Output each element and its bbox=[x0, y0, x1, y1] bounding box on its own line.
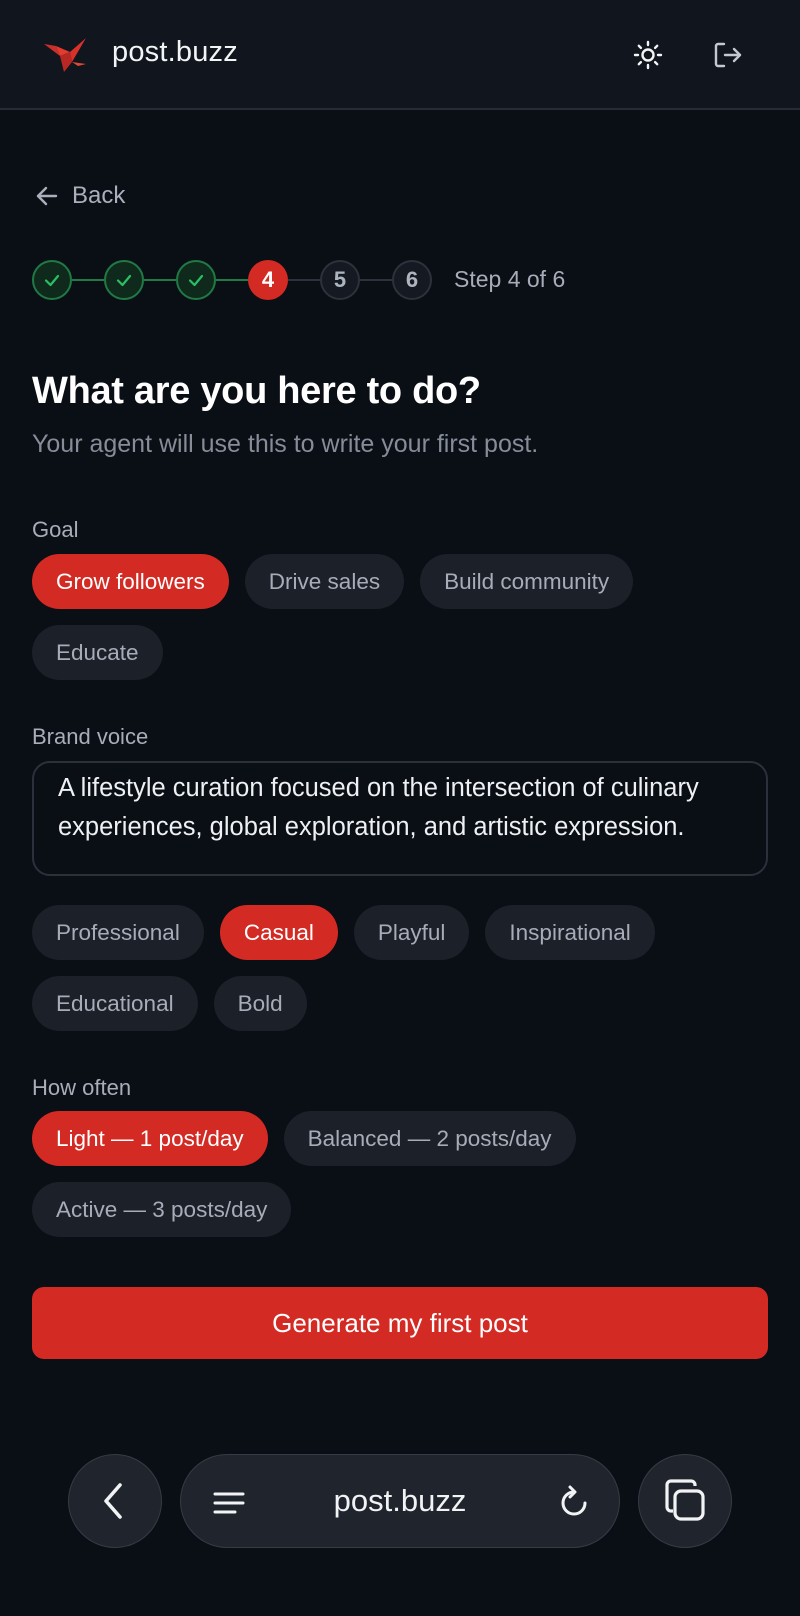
browser-tabs-button[interactable] bbox=[638, 1454, 732, 1548]
frequency-option-light[interactable]: Light — 1 post/day bbox=[32, 1111, 268, 1166]
progress-stepper: 4 5 6 Step 4 of 6 bbox=[32, 260, 592, 300]
frequency-option-balanced[interactable]: Balanced — 2 posts/day bbox=[283, 1111, 576, 1166]
step-connector bbox=[360, 279, 392, 281]
step-1-complete bbox=[32, 260, 72, 300]
chevron-left-icon bbox=[104, 1483, 122, 1519]
goal-option-educate[interactable]: Educate bbox=[32, 625, 163, 680]
browser-back-button[interactable] bbox=[68, 1454, 162, 1548]
brand-voice-label: Brand voice bbox=[32, 724, 149, 749]
tone-option-casual[interactable]: Casual bbox=[219, 905, 338, 960]
voice-tone-options: Professional Casual Playful Inspirationa… bbox=[32, 905, 752, 1031]
step-6: 6 bbox=[392, 260, 432, 300]
brand-name[interactable]: post.buzz bbox=[112, 36, 238, 69]
arrow-left-icon bbox=[36, 186, 58, 206]
check-icon bbox=[116, 274, 132, 287]
browser-url-text[interactable]: post.buzz bbox=[181, 1483, 619, 1519]
goal-options: Grow followers Drive sales Build communi… bbox=[32, 554, 752, 680]
logout-icon[interactable] bbox=[708, 35, 748, 75]
goal-option-grow-followers[interactable]: Grow followers bbox=[32, 554, 229, 609]
reload-icon[interactable] bbox=[555, 1483, 593, 1521]
frequency-option-active[interactable]: Active — 3 posts/day bbox=[32, 1182, 292, 1237]
generate-post-button[interactable]: Generate my first post bbox=[32, 1287, 768, 1359]
step-status: Step 4 of 6 bbox=[454, 266, 566, 292]
page-subtitle: Your agent will use this to write your f… bbox=[32, 430, 539, 458]
check-icon bbox=[44, 274, 60, 287]
browser-url-bar[interactable]: post.buzz bbox=[180, 1454, 620, 1548]
step-5: 5 bbox=[320, 260, 360, 300]
back-link[interactable]: Back bbox=[34, 178, 125, 214]
check-icon bbox=[188, 274, 204, 287]
frequency-label: How often bbox=[32, 1075, 132, 1100]
goal-option-drive-sales[interactable]: Drive sales bbox=[244, 554, 405, 609]
tone-option-playful[interactable]: Playful bbox=[353, 905, 470, 960]
tone-option-inspirational[interactable]: Inspirational bbox=[485, 905, 655, 960]
sun-icon[interactable] bbox=[628, 35, 668, 75]
step-connector bbox=[72, 279, 104, 281]
step-4-current: 4 bbox=[248, 260, 288, 300]
step-connector bbox=[216, 279, 248, 281]
tabs-icon bbox=[665, 1479, 705, 1521]
goal-label: Goal bbox=[32, 517, 79, 542]
brand-voice-textarea[interactable]: A lifestyle curation focused on the inte… bbox=[32, 761, 768, 876]
tone-option-bold[interactable]: Bold bbox=[213, 976, 307, 1031]
frequency-options: Light — 1 post/day Balanced — 2 posts/da… bbox=[32, 1111, 752, 1237]
step-2-complete bbox=[104, 260, 144, 300]
tone-option-professional[interactable]: Professional bbox=[32, 905, 204, 960]
goal-option-build-community[interactable]: Build community bbox=[420, 554, 634, 609]
step-connector bbox=[288, 279, 320, 281]
step-connector bbox=[144, 279, 176, 281]
page-title: What are you here to do? bbox=[32, 370, 481, 412]
bird-logo-icon[interactable] bbox=[42, 34, 88, 74]
step-3-complete bbox=[176, 260, 216, 300]
back-label: Back bbox=[72, 182, 126, 209]
tone-option-educational[interactable]: Educational bbox=[32, 976, 198, 1031]
app-header: post.buzz bbox=[0, 0, 800, 110]
